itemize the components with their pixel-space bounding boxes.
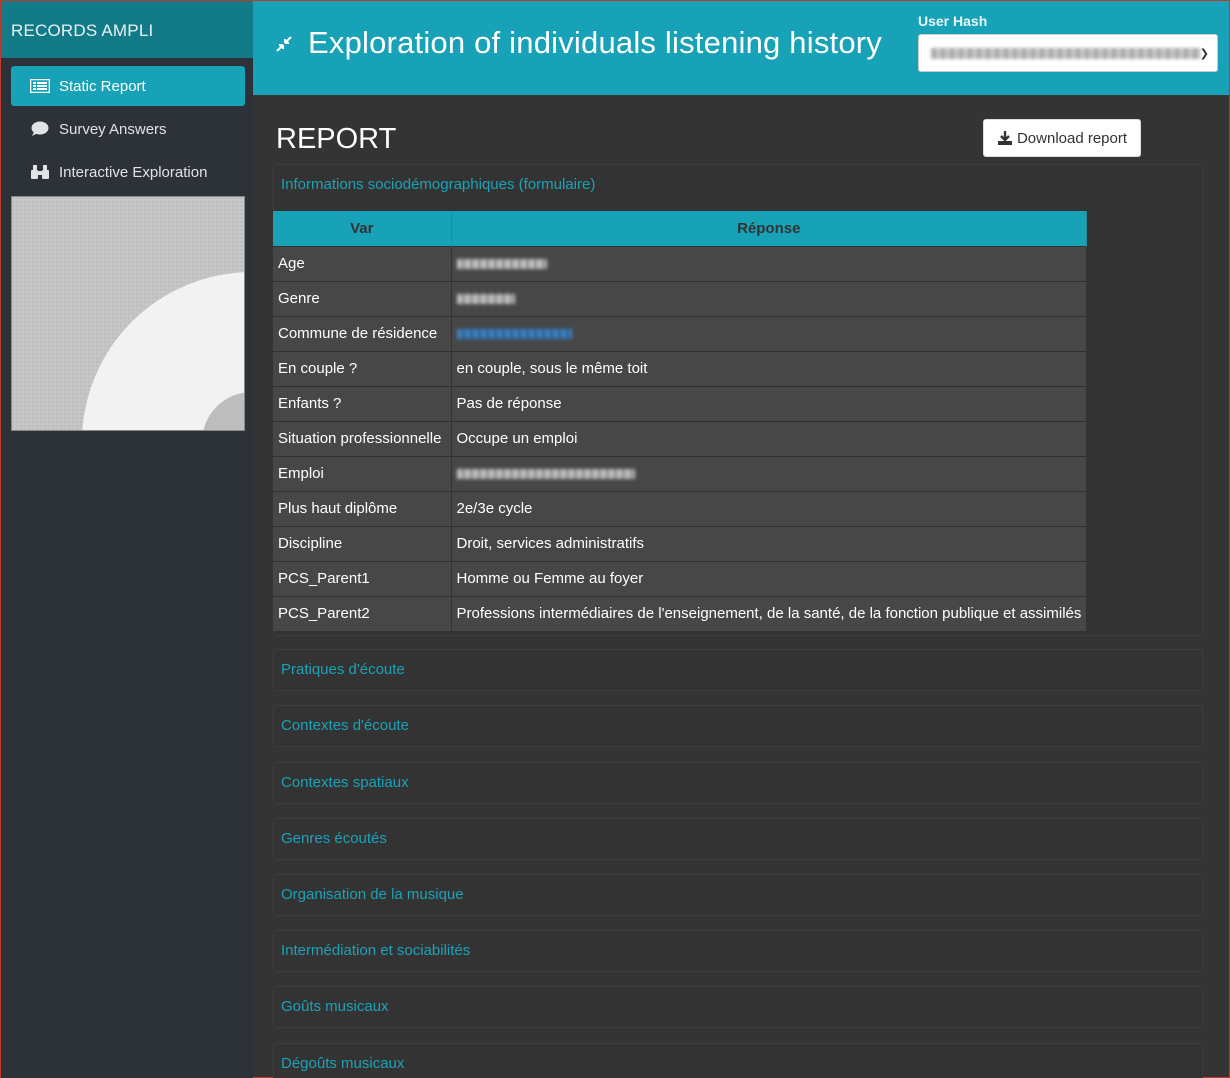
section-header[interactable]: Dégoûts musicaux — [274, 1044, 1202, 1078]
cell-var: Age — [273, 245, 452, 281]
cell-var: Genre — [273, 280, 452, 316]
page-title: Exploration of individuals listening his… — [308, 25, 882, 60]
section-header[interactable]: Informations sociodémographiques (formul… — [274, 165, 1202, 207]
section-contextes-ecoute: Contextes d'écoute — [273, 705, 1203, 747]
collapse-icon[interactable] — [275, 35, 293, 53]
comment-icon — [29, 120, 51, 138]
section-genres-ecoutes: Genres écoutés — [273, 818, 1203, 860]
column-header-var: Var — [273, 211, 452, 246]
table-row: Enfants ? Pas de réponse — [273, 385, 1087, 421]
table-row: Genre — [273, 280, 1087, 316]
redacted-value — [456, 294, 515, 305]
cell-var: Commune de résidence — [273, 315, 452, 351]
section-header[interactable]: Genres écoutés — [274, 819, 1202, 861]
section-header[interactable]: Contextes spatiaux — [274, 763, 1202, 805]
redacted-value — [456, 259, 547, 270]
cell-value: 2e/3e cycle — [451, 490, 1087, 526]
section-pratiques-ecoute: Pratiques d'écoute — [273, 649, 1203, 691]
table-row: PCS_Parent1 Homme ou Femme au foyer — [273, 560, 1087, 596]
user-hash-select[interactable]: ❯ — [918, 34, 1218, 72]
sidebar-nav: Static Report Survey Answers Interactive… — [1, 58, 253, 192]
cell-value: Pas de réponse — [451, 385, 1087, 421]
brand-title: RECORDS AMPLI — [1, 1, 253, 58]
section-header[interactable]: Pratiques d'écoute — [274, 650, 1202, 692]
cell-var: En couple ? — [273, 350, 452, 386]
sidebar-item-label: Interactive Exploration — [59, 163, 208, 181]
section-organisation-musique: Organisation de la musique — [273, 874, 1203, 916]
chevron-down-icon: ❯ — [1199, 48, 1209, 60]
cell-var: PCS_Parent2 — [273, 595, 452, 631]
table-row: Plus haut diplôme 2e/3e cycle — [273, 490, 1087, 526]
report-icon — [29, 77, 51, 95]
cell-value — [451, 280, 1087, 316]
table-row: PCS_Parent2 Professions intermédiaires d… — [273, 595, 1087, 631]
main-content: REPORT Download report Informations soci… — [253, 95, 1229, 1078]
vinyl-illustration — [11, 196, 245, 431]
cell-value: Homme ou Femme au foyer — [451, 560, 1087, 596]
cell-var: Situation professionnelle — [273, 420, 452, 456]
cell-value — [451, 455, 1087, 491]
cell-value — [451, 245, 1087, 281]
cell-value — [451, 315, 1087, 351]
sidebar-item-survey-answers[interactable]: Survey Answers — [11, 109, 245, 149]
table-row: Commune de résidence — [273, 315, 1087, 351]
table-row: Situation professionnelle Occupe un empl… — [273, 420, 1087, 456]
cell-var: Enfants ? — [273, 385, 452, 421]
section-header[interactable]: Intermédiation et sociabilités — [274, 931, 1202, 973]
cell-var: PCS_Parent1 — [273, 560, 452, 596]
redacted-value — [931, 48, 1201, 59]
report-title: REPORT — [276, 123, 397, 155]
cell-var: Emploi — [273, 455, 452, 491]
redacted-value — [456, 329, 572, 340]
section-gouts-musicaux: Goûts musicaux — [273, 986, 1203, 1028]
sociodemographic-table: Var Réponse Age Genre Commune de résiden… — [273, 211, 1087, 631]
table-row: Discipline Droit, services administratif… — [273, 525, 1087, 561]
sidebar-item-static-report[interactable]: Static Report — [11, 66, 245, 106]
column-header-response: Réponse — [451, 211, 1087, 246]
sidebar: RECORDS AMPLI Static Report Survey Answe… — [1, 1, 253, 1078]
header-bar: Exploration of individuals listening his… — [253, 1, 1229, 95]
section-contextes-spatiaux: Contextes spatiaux — [273, 762, 1203, 804]
section-degouts-musicaux: Dégoûts musicaux — [273, 1043, 1203, 1078]
cell-value: Droit, services administratifs — [451, 525, 1087, 561]
section-header[interactable]: Goûts musicaux — [274, 987, 1202, 1029]
binoculars-icon — [29, 163, 51, 181]
download-label: Download report — [1016, 129, 1128, 147]
section-header[interactable]: Contextes d'écoute — [274, 706, 1202, 748]
sidebar-item-interactive-exploration[interactable]: Interactive Exploration — [11, 152, 245, 192]
download-icon — [997, 131, 1012, 145]
table-row: Age — [273, 245, 1087, 281]
redacted-value — [456, 469, 635, 480]
section-header[interactable]: Organisation de la musique — [274, 875, 1202, 917]
download-report-button[interactable]: Download report — [983, 119, 1141, 157]
user-hash-label: User Hash — [918, 13, 988, 29]
table-header-row: Var Réponse — [273, 211, 1087, 246]
cell-var: Plus haut diplôme — [273, 490, 452, 526]
cell-value: Professions intermédiaires de l'enseigne… — [451, 595, 1087, 631]
table-row: En couple ? en couple, sous le même toit — [273, 350, 1087, 386]
cell-value: en couple, sous le même toit — [451, 350, 1087, 386]
cell-var: Discipline — [273, 525, 452, 561]
sidebar-item-label: Survey Answers — [59, 120, 167, 138]
table-row: Emploi — [273, 455, 1087, 491]
sidebar-item-label: Static Report — [59, 77, 146, 95]
cell-value: Occupe un emploi — [451, 420, 1087, 456]
section-intermediation: Intermédiation et sociabilités — [273, 930, 1203, 972]
